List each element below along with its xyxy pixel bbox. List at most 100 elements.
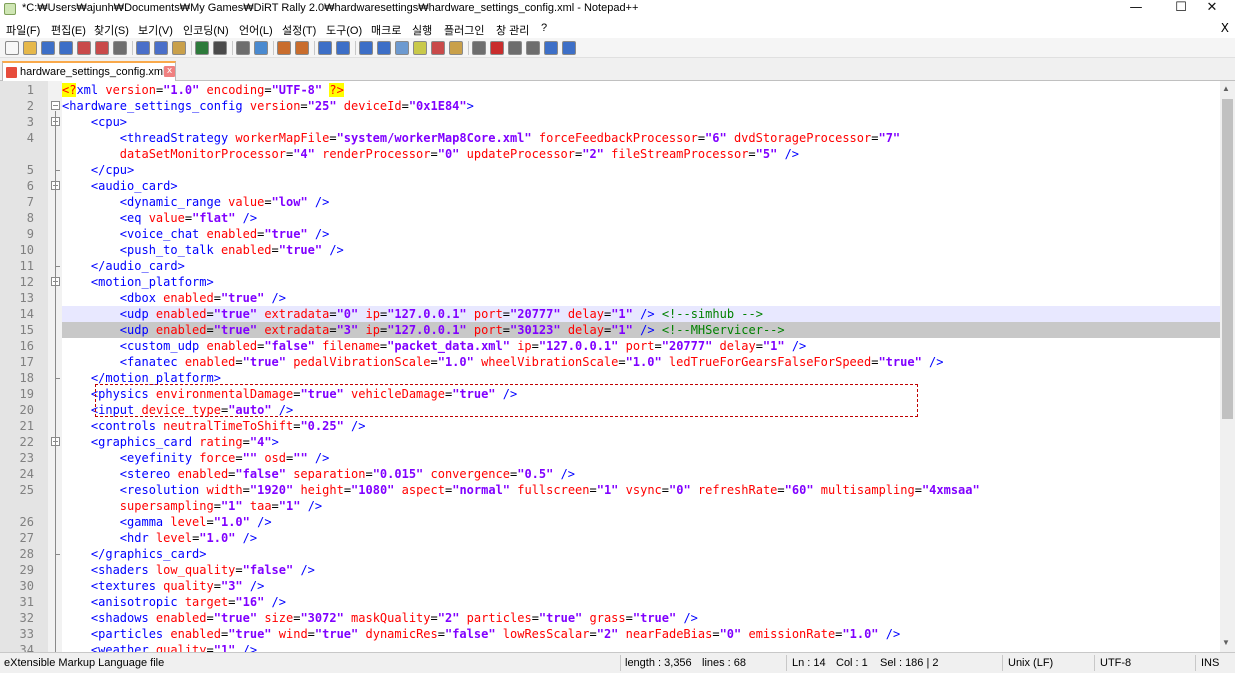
- line-number: 13: [19, 291, 34, 305]
- line-number: 29: [19, 563, 34, 577]
- code-line[interactable]: <custom_udp enabled="false" filename="pa…: [62, 338, 1220, 354]
- menu-window[interactable]: 창 관리: [496, 22, 529, 38]
- line-number: 15: [19, 323, 34, 337]
- close-all-icon[interactable]: [95, 41, 109, 55]
- code-line[interactable]: <dynamic_range value="low" />: [62, 194, 1220, 210]
- code-line[interactable]: <graphics_card rating="4">: [62, 434, 1220, 450]
- code-line[interactable]: <stereo enabled="false" separation="0.01…: [62, 466, 1220, 482]
- play-macro-icon[interactable]: [526, 41, 540, 55]
- code-line[interactable]: </cpu>: [62, 162, 1220, 178]
- code-line[interactable]: <gamma level="1.0" />: [62, 514, 1220, 530]
- code-line[interactable]: <fanatec enabled="true" pedalVibrationSc…: [62, 354, 1220, 370]
- tab-close-button[interactable]: x: [164, 66, 175, 77]
- menu-macro[interactable]: 매크로: [371, 22, 401, 38]
- word-wrap-icon[interactable]: [359, 41, 373, 55]
- close-document-button[interactable]: X: [1221, 21, 1229, 35]
- toolbar-separator: [314, 41, 315, 55]
- code-line[interactable]: <dbox enabled="true" />: [62, 290, 1220, 306]
- undo-icon[interactable]: [195, 41, 209, 55]
- tab-hardware-settings-config[interactable]: hardware_settings_config.xml x: [2, 61, 176, 81]
- save-icon[interactable]: [41, 41, 55, 55]
- code-line[interactable]: <textures quality="3" />: [62, 578, 1220, 594]
- menu-language[interactable]: 언어(L): [239, 22, 273, 38]
- code-line[interactable]: <weather quality="1" />: [62, 642, 1220, 652]
- line-number: 7: [26, 195, 34, 209]
- code-line[interactable]: <eyefinity force="" osd="" />: [62, 450, 1220, 466]
- redo-icon[interactable]: [213, 41, 227, 55]
- code-line[interactable]: <cpu>: [62, 114, 1220, 130]
- sync-horizontal-icon[interactable]: [336, 41, 350, 55]
- scroll-up-arrow-icon[interactable]: ▲: [1222, 84, 1230, 93]
- code-line[interactable]: <voice_chat enabled="true" />: [62, 226, 1220, 242]
- doc-map-icon[interactable]: [413, 41, 427, 55]
- vertical-scrollbar[interactable]: ▲ ▼: [1220, 81, 1235, 652]
- function-list-icon[interactable]: [431, 41, 445, 55]
- status-eol[interactable]: Unix (LF): [1008, 657, 1053, 669]
- selection-highlight-box: [95, 384, 918, 417]
- monitor-icon[interactable]: [472, 41, 486, 55]
- menu-encoding[interactable]: 인코딩(N): [183, 22, 229, 38]
- editor-pane[interactable]: 1 2 3 4 5 6 7 8 9 10 11 12 13 14 15 16 17 18 19 20 21 22 23 24 2…: [0, 81, 1235, 652]
- code-line[interactable]: <udp enabled="true" extradata="0" ip="12…: [62, 306, 1220, 322]
- folder-workspace-icon[interactable]: [449, 41, 463, 55]
- code-line[interactable]: <hdr level="1.0" />: [62, 530, 1220, 546]
- menu-bar: 파일(F) 편집(E) 찾기(S) 보기(V) 인코딩(N) 언어(L) 설정(…: [0, 18, 1235, 38]
- code-line[interactable]: <resolution width="1920" height="1080" a…: [62, 482, 1220, 498]
- record-macro-icon[interactable]: [490, 41, 504, 55]
- code-line[interactable]: <shadows enabled="true" size="3072" mask…: [62, 610, 1220, 626]
- line-number: 6: [26, 179, 34, 193]
- save-macro-icon[interactable]: [562, 41, 576, 55]
- code-line[interactable]: <audio_card>: [62, 178, 1220, 194]
- open-file-icon[interactable]: [23, 41, 37, 55]
- cut-icon[interactable]: [136, 41, 150, 55]
- zoom-out-icon[interactable]: [295, 41, 309, 55]
- save-all-icon[interactable]: [59, 41, 73, 55]
- menu-run[interactable]: 실행: [412, 22, 432, 38]
- copy-icon[interactable]: [154, 41, 168, 55]
- code-line[interactable]: <push_to_talk enabled="true" />: [62, 242, 1220, 258]
- status-filetype: eXtensible Markup Language file: [4, 657, 165, 669]
- menu-plugins[interactable]: 플러그인: [444, 22, 484, 38]
- menu-edit[interactable]: 편집(E): [51, 22, 86, 38]
- status-encoding[interactable]: UTF-8: [1100, 657, 1131, 669]
- code-line[interactable]: </graphics_card>: [62, 546, 1220, 562]
- code-line[interactable]: <hardware_settings_config version="25" d…: [62, 98, 1220, 114]
- minimize-button[interactable]: —: [1113, 0, 1159, 18]
- close-icon[interactable]: [77, 41, 91, 55]
- code-line[interactable]: <shaders low_quality="false" />: [62, 562, 1220, 578]
- sync-vertical-icon[interactable]: [318, 41, 332, 55]
- fold-collapse-icon[interactable]: [51, 101, 60, 110]
- replace-icon[interactable]: [254, 41, 268, 55]
- status-insert-mode[interactable]: INS: [1201, 657, 1219, 669]
- zoom-in-icon[interactable]: [277, 41, 291, 55]
- paste-icon[interactable]: [172, 41, 186, 55]
- menu-file[interactable]: 파일(F): [6, 22, 40, 38]
- code-line[interactable]: <eq value="flat" />: [62, 210, 1220, 226]
- code-line[interactable]: <threadStrategy workerMapFile="system/wo…: [62, 130, 1220, 146]
- menu-tools[interactable]: 도구(O): [326, 22, 362, 38]
- code-line[interactable]: <?xml version="1.0" encoding="UTF-8" ?>: [62, 82, 1220, 98]
- scrollbar-thumb[interactable]: [1222, 99, 1233, 419]
- code-line[interactable]: dataSetMonitorProcessor="4" renderProces…: [62, 146, 1220, 162]
- show-all-chars-icon[interactable]: [377, 41, 391, 55]
- code-line[interactable]: supersampling="1" taa="1" />: [62, 498, 1220, 514]
- menu-view[interactable]: 보기(V): [138, 22, 173, 38]
- code-line[interactable]: <motion_platform>: [62, 274, 1220, 290]
- code-line[interactable]: <particles enabled="true" wind="true" dy…: [62, 626, 1220, 642]
- find-icon[interactable]: [236, 41, 250, 55]
- title-bar: *C:₩Users₩ajunh₩Documents₩My Games₩DiRT …: [0, 0, 1235, 18]
- indent-guide-icon[interactable]: [395, 41, 409, 55]
- stop-record-icon[interactable]: [508, 41, 522, 55]
- new-file-icon[interactable]: [5, 41, 19, 55]
- close-window-button[interactable]: ✕: [1189, 0, 1235, 18]
- menu-search[interactable]: 찾기(S): [94, 22, 129, 38]
- code-line[interactable]: <controls neutralTimeToShift="0.25" />: [62, 418, 1220, 434]
- code-line[interactable]: <anisotropic target="16" />: [62, 594, 1220, 610]
- code-line[interactable]: <udp enabled="true" extradata="3" ip="12…: [62, 322, 1220, 338]
- scroll-down-arrow-icon[interactable]: ▼: [1222, 638, 1230, 647]
- print-icon[interactable]: [113, 41, 127, 55]
- run-macro-multiple-icon[interactable]: [544, 41, 558, 55]
- menu-help[interactable]: ?: [541, 22, 547, 34]
- code-line[interactable]: </audio_card>: [62, 258, 1220, 274]
- menu-settings[interactable]: 설정(T): [282, 22, 316, 38]
